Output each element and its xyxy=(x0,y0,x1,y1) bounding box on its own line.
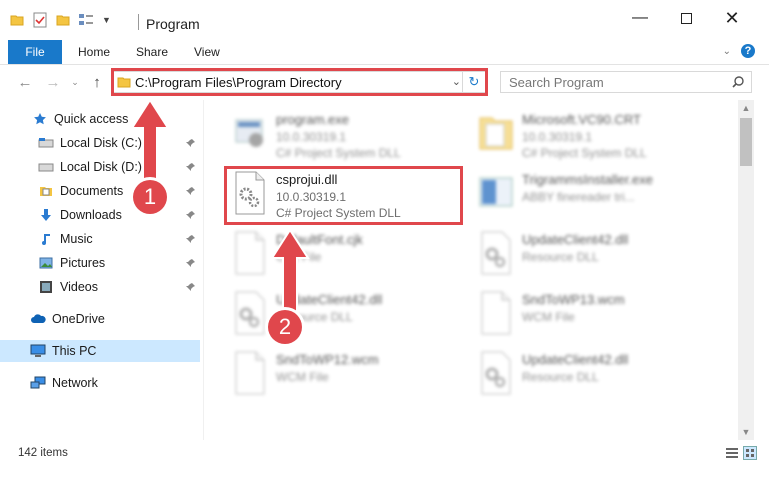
item-count: 142 items xyxy=(18,447,68,459)
step-badge-1: 1 xyxy=(133,180,167,214)
view-switcher xyxy=(725,446,757,460)
details-view-icon[interactable] xyxy=(725,446,739,460)
status-bar: 142 items xyxy=(0,440,769,478)
arrow-up-annotation xyxy=(270,228,310,316)
annotation-arrows xyxy=(130,98,310,316)
arrow-up-annotation xyxy=(130,98,170,186)
step-badge-2: 2 xyxy=(268,310,302,344)
tiles-view-icon[interactable] xyxy=(743,446,757,460)
